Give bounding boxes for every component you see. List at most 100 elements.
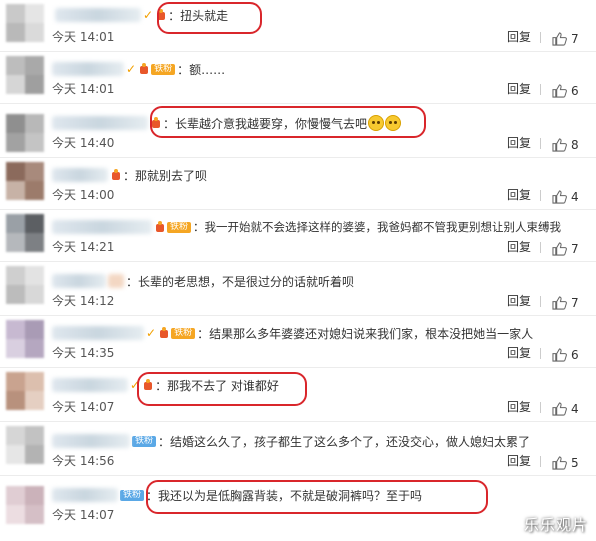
like-button[interactable]: 5: [552, 456, 579, 470]
vip-icon: [143, 379, 153, 391]
avatar[interactable]: [6, 372, 44, 410]
comment-row: ✓ 铁粉 ：额…… 今天 14:01 回复 6: [0, 52, 596, 104]
comment-text: ：那我不去了 对谁都好: [155, 378, 279, 393]
divider: [540, 138, 541, 149]
reply-button[interactable]: 回复: [507, 398, 531, 415]
comment-feed: ✓ ：扭头就走 今天 14:01 回复 7 ✓ 铁粉 ：额…… 今天 14:01…: [0, 0, 596, 541]
like-button[interactable]: 6: [552, 84, 579, 98]
avatar[interactable]: [6, 162, 44, 200]
username[interactable]: [52, 326, 144, 340]
comment-row: ：长辈越介意我越要穿，你慢慢气去吧 今天 14:40 回复 8: [0, 104, 596, 158]
divider: [540, 84, 541, 95]
comment-time: 今天 14:01: [52, 82, 115, 96]
watermark: 乐乐观片: [523, 516, 588, 534]
divider: [540, 296, 541, 307]
like-count: 4: [571, 402, 579, 416]
divider: [540, 242, 541, 253]
avatar[interactable]: [6, 426, 44, 464]
like-button[interactable]: 4: [552, 190, 579, 204]
comment-row: 铁粉 ：结婚这么久了，孩子都生了这么多个了，还没交心，做人媳妇太累了 今天 14…: [0, 422, 596, 476]
comment-row: ✓ ：那我不去了 对谁都好 今天 14:07 回复 4: [0, 368, 596, 422]
like-button[interactable]: 7: [552, 242, 579, 256]
reply-button[interactable]: 回复: [507, 292, 531, 309]
username[interactable]: [52, 220, 152, 234]
thumbs-up-icon: [552, 348, 567, 362]
thumbs-up-icon: [552, 190, 567, 204]
reply-button[interactable]: 回复: [507, 238, 531, 255]
avatar[interactable]: [6, 266, 44, 304]
username[interactable]: [52, 274, 106, 288]
avatar[interactable]: [6, 114, 44, 152]
vip-icon: [111, 169, 121, 181]
comment-time: 今天 14:01: [52, 30, 115, 44]
divider: [540, 348, 541, 359]
avatar[interactable]: [6, 486, 44, 524]
like-button[interactable]: 6: [552, 348, 579, 362]
verified-v-icon: ✓: [130, 378, 141, 392]
comment-row: ✓ 铁粉 ：结果那么多年婆婆还对媳妇说来我们家，根本没把她当一家人 今天 14:…: [0, 316, 596, 368]
vip-icon: [156, 9, 166, 21]
username[interactable]: [52, 378, 128, 392]
reply-button[interactable]: 回复: [507, 186, 531, 203]
avatar[interactable]: [6, 56, 44, 94]
username[interactable]: [52, 168, 108, 182]
user-tag: [108, 274, 124, 288]
smile-emoji-icon: [368, 115, 385, 131]
avatar[interactable]: [6, 214, 44, 252]
verified-v-icon: ✓: [146, 326, 157, 340]
fan-badge: 铁粉: [151, 63, 176, 75]
like-button[interactable]: 7: [552, 32, 579, 46]
reply-button[interactable]: 回复: [507, 134, 531, 151]
comment-time: 今天 14:40: [52, 136, 115, 150]
avatar[interactable]: [6, 4, 44, 42]
reply-button[interactable]: 回复: [507, 344, 531, 361]
verified-v-icon: ✓: [126, 62, 137, 76]
comment-row: ：长辈的老思想，不是很过分的话就听着呗 今天 14:12 回复 7: [0, 262, 596, 316]
comment-time: 今天 14:00: [52, 188, 115, 202]
username[interactable]: [52, 488, 118, 502]
reply-button[interactable]: 回复: [507, 80, 531, 97]
like-count: 5: [571, 456, 579, 470]
thumbs-up-icon: [552, 456, 567, 470]
like-count: 6: [571, 84, 579, 98]
like-button[interactable]: 7: [552, 296, 579, 310]
username[interactable]: [52, 434, 130, 448]
thumbs-up-icon: [552, 32, 567, 46]
reply-button[interactable]: 回复: [507, 28, 531, 45]
comment-row: 铁粉 ：我一开始就不会选择这样的婆婆，我爸妈都不管我更别想让别人束缚我 今天 1…: [0, 210, 596, 262]
reply-button[interactable]: 回复: [507, 452, 531, 469]
divider: [540, 32, 541, 43]
comment-text: ：我还以为是低胸露背装，不就是破洞裤吗？至于吗: [146, 488, 423, 503]
comment-time: 今天 14:12: [52, 294, 115, 308]
username[interactable]: [52, 62, 124, 76]
fan-badge: 铁粉: [167, 221, 192, 233]
vip-icon: [151, 117, 161, 129]
comment-text: ：我一开始就不会选择这样的婆婆，我爸妈都不管我更别想让别人束缚我: [193, 220, 562, 234]
smile-emoji-icon: [385, 115, 402, 131]
username[interactable]: [55, 8, 141, 22]
thumbs-up-icon: [552, 138, 567, 152]
username[interactable]: [52, 116, 148, 130]
comment-time: 今天 14:35: [52, 346, 115, 360]
like-button[interactable]: 8: [552, 138, 579, 152]
fan-badge: 铁粉: [120, 489, 145, 501]
comment-text: ：长辈的老思想，不是很过分的话就听着呗: [126, 274, 355, 289]
comment-time: 今天 14:21: [52, 240, 115, 254]
verified-v-icon: ✓: [143, 8, 154, 22]
comment-row: ✓ ：扭头就走 今天 14:01 回复 7: [0, 0, 596, 52]
comment-row: ：那就别去了呗 今天 14:00 回复 4: [0, 158, 596, 210]
thumbs-up-icon: [552, 84, 567, 98]
divider: [540, 402, 541, 413]
like-count: 7: [571, 296, 579, 310]
like-count: 4: [571, 190, 579, 204]
thumbs-up-icon: [552, 296, 567, 310]
comment-text: ：长辈越介意我越要穿，你慢慢气去吧: [163, 116, 368, 131]
like-count: 7: [571, 32, 579, 46]
avatar[interactable]: [6, 320, 44, 358]
comment-text: ：扭头就走: [168, 8, 229, 23]
vip-icon: [139, 63, 149, 75]
comment-row: 铁粉 ：我还以为是低胸露背装，不就是破洞裤吗？至于吗 今天 14:07: [0, 476, 596, 541]
like-count: 7: [571, 242, 579, 256]
like-button[interactable]: 4: [552, 402, 579, 416]
divider: [540, 190, 541, 201]
